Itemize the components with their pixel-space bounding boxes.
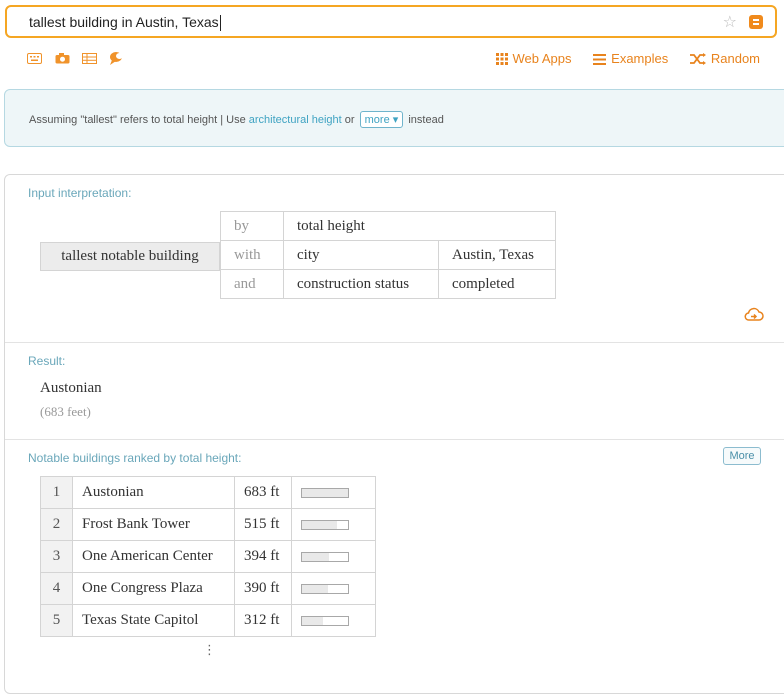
input-interpretation-title: Input interpretation:: [28, 186, 132, 200]
building-name: One Congress Plaza: [72, 572, 235, 605]
top-links: Web Apps Examples Random: [478, 51, 760, 66]
assumption-or: or: [344, 114, 355, 126]
web-apps-link[interactable]: Web Apps: [495, 51, 572, 66]
random-label: Random: [710, 51, 760, 66]
interpretation-row: with city Austin, Texas: [220, 240, 556, 270]
examples-link[interactable]: Examples: [593, 51, 668, 66]
height-bar: [301, 519, 349, 530]
height-bar-cell: [291, 476, 376, 509]
interpretation-value: construction status: [283, 269, 439, 299]
result-detail: (683 feet): [40, 404, 91, 419]
height-bar: [301, 583, 349, 594]
height-bar-cell: [291, 508, 376, 541]
cloud-save-icon[interactable]: [744, 307, 764, 322]
ranking-row: 4 One Congress Plaza 390 ft: [40, 572, 376, 605]
interpretation-keyword: and: [220, 269, 284, 299]
assumption-prefix: Assuming "tallest" refers to total heigh…: [29, 114, 246, 126]
ranking-row: 5 Texas State Capitol 312 ft: [40, 604, 376, 637]
examples-label: Examples: [611, 51, 669, 66]
interpretation-value: completed: [438, 269, 556, 299]
ranking-table: 1 Austonian 683 ft 2 Frost Bank Tower 51…: [40, 476, 376, 637]
interpretation-keyword: by: [220, 211, 284, 241]
shuffle-icon: [689, 53, 706, 65]
keyboard-icon[interactable]: [27, 53, 42, 64]
camera-icon[interactable]: [55, 53, 70, 64]
building-name: One American Center: [72, 540, 235, 573]
ranking-row: 2 Frost Bank Tower 515 ft: [40, 508, 376, 541]
building-height: 390 ft: [234, 572, 292, 605]
search-bar[interactable]: tallest building in Austin, Texas ☆: [5, 5, 777, 38]
interpretation-table: by total height with city Austin, Texas …: [220, 211, 556, 299]
assumption-banner: Assuming "tallest" refers to total heigh…: [4, 89, 784, 147]
rank-number: 1: [40, 476, 73, 509]
search-go-button[interactable]: [749, 15, 763, 29]
more-button[interactable]: More: [723, 447, 761, 465]
ranking-row: 1 Austonian 683 ft: [40, 476, 376, 509]
height-bar-fill: [302, 552, 329, 561]
result-value: Austonian: [40, 380, 102, 396]
search-query-text: tallest building in Austin, Texas: [29, 14, 219, 30]
height-bar-fill: [302, 488, 348, 497]
interpretation-keyword: with: [220, 240, 284, 270]
text-caret: [219, 15, 221, 32]
rank-number: 4: [40, 572, 73, 605]
interpretation-main-cell: tallest notable building: [40, 242, 220, 271]
height-bar-cell: [291, 572, 376, 605]
rank-number: 2: [40, 508, 73, 541]
interpretation-row: by total height: [220, 211, 556, 241]
rank-number: 3: [40, 540, 73, 573]
assumption-suffix: instead: [408, 114, 444, 126]
table-icon[interactable]: [82, 53, 97, 64]
more-rows-ellipsis[interactable]: ⋮: [203, 642, 216, 658]
interpretation-row: and construction status completed: [220, 269, 556, 299]
height-bar: [301, 487, 349, 498]
building-height: 683 ft: [234, 476, 292, 509]
ranking-title: Notable buildings ranked by total height…: [28, 451, 242, 465]
height-bar-fill: [302, 616, 324, 625]
building-height: 312 ft: [234, 604, 292, 637]
building-height: 394 ft: [234, 540, 292, 573]
star-icon[interactable]: ☆: [723, 12, 737, 32]
pod-divider: [5, 439, 784, 440]
random-link[interactable]: Random: [689, 51, 760, 66]
grid-icon: [495, 53, 508, 65]
ranking-row: 3 One American Center 394 ft: [40, 540, 376, 573]
search-input[interactable]: tallest building in Austin, Texas: [29, 14, 221, 32]
assumption-text: Assuming "tallest" refers to total heigh…: [29, 111, 444, 128]
building-height: 515 ft: [234, 508, 292, 541]
interpretation-value: city: [283, 240, 439, 270]
height-bar-fill: [302, 520, 337, 529]
result-title: Result:: [28, 354, 66, 368]
speech-icon[interactable]: [108, 51, 125, 65]
architectural-height-link[interactable]: architectural height: [249, 114, 342, 126]
interpretation-value: total height: [283, 211, 556, 241]
more-dropdown-label: more: [364, 114, 390, 126]
web-apps-label: Web Apps: [512, 51, 572, 66]
more-dropdown[interactable]: more ▾: [359, 111, 404, 128]
building-name: Austonian: [72, 476, 235, 509]
building-name: Frost Bank Tower: [72, 508, 235, 541]
height-bar-cell: [291, 540, 376, 573]
height-bar-fill: [302, 584, 329, 593]
rank-number: 5: [40, 604, 73, 637]
height-bar-cell: [291, 604, 376, 637]
list-icon: [593, 54, 607, 65]
height-bar: [301, 615, 349, 626]
pod-divider: [5, 342, 784, 343]
interpretation-value: Austin, Texas: [438, 240, 556, 270]
building-name: Texas State Capitol: [72, 604, 235, 637]
height-bar: [301, 551, 349, 562]
triangle-down-icon: ▾: [392, 114, 399, 126]
